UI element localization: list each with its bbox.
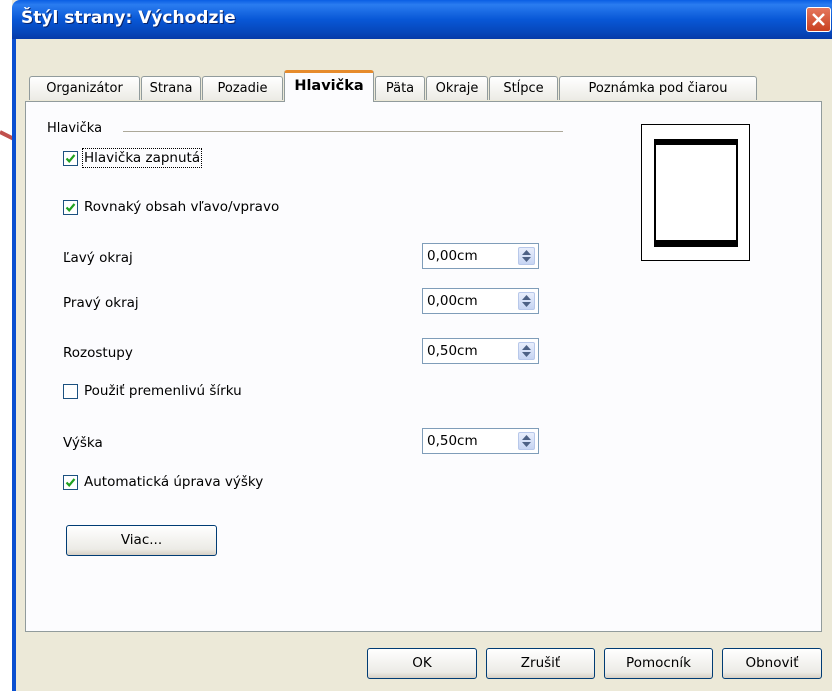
window-title: Štýl strany: Východzie bbox=[21, 8, 236, 28]
preview-page bbox=[654, 139, 738, 247]
tab-header[interactable]: Hlavička bbox=[284, 70, 374, 102]
preview-header-bar bbox=[655, 140, 737, 145]
checkmark-icon bbox=[65, 153, 76, 163]
header-tab-panel: Hlavička Hlavička zapnutá Rovnaký obsah … bbox=[25, 101, 822, 632]
close-button[interactable] bbox=[806, 7, 831, 32]
right-margin-spinbox[interactable]: 0,00cm bbox=[422, 288, 539, 314]
spin-arrows-icon[interactable] bbox=[518, 432, 535, 450]
spin-arrows-icon[interactable] bbox=[518, 292, 535, 310]
more-button[interactable]: Viac... bbox=[66, 525, 217, 556]
same-content-checkbox[interactable] bbox=[63, 199, 78, 215]
header-preview bbox=[641, 124, 750, 261]
same-content-checkbox-row[interactable]: Rovnaký obsah vľavo/vpravo bbox=[63, 199, 279, 215]
spin-arrows-icon[interactable] bbox=[518, 247, 535, 265]
left-margin-spinbox[interactable]: 0,00cm bbox=[422, 243, 539, 269]
tab-page[interactable]: Strana bbox=[141, 76, 201, 100]
header-on-checkbox[interactable] bbox=[63, 150, 78, 166]
autofit-height-checkbox-row[interactable]: Automatická úprava výšky bbox=[63, 474, 263, 490]
dynamic-spacing-checkbox-row[interactable]: Použiť premenlivú šírku bbox=[63, 383, 242, 399]
tab-columns[interactable]: Stĺpce bbox=[489, 76, 558, 100]
tab-footer[interactable]: Päta bbox=[375, 76, 425, 100]
section-divider bbox=[123, 131, 563, 132]
height-spinbox[interactable]: 0,50cm bbox=[422, 428, 539, 454]
ok-button[interactable]: OK bbox=[367, 648, 477, 679]
page-style-dialog: Štýl strany: Východzie Organizátor Stran… bbox=[12, 0, 832, 691]
reset-button[interactable]: Obnoviť bbox=[722, 648, 822, 679]
window-frame bbox=[12, 39, 16, 691]
help-button[interactable]: Pomocník bbox=[604, 648, 713, 679]
height-label: Výška bbox=[63, 435, 103, 451]
same-content-label: Rovnaký obsah vľavo/vpravo bbox=[84, 199, 280, 215]
right-margin-label: Pravý okraj bbox=[63, 295, 139, 311]
header-on-label: Hlavička zapnutá bbox=[81, 148, 203, 168]
dynamic-spacing-label: Použiť premenlivú šírku bbox=[84, 383, 242, 399]
autofit-height-checkbox[interactable] bbox=[63, 474, 78, 490]
tab-organizer[interactable]: Organizátor bbox=[29, 76, 140, 100]
left-margin-label: Ľavý okraj bbox=[63, 250, 133, 266]
checkmark-icon bbox=[65, 202, 76, 212]
dynamic-spacing-checkbox[interactable] bbox=[63, 383, 78, 399]
close-icon bbox=[812, 13, 825, 26]
title-bar: Štýl strany: Východzie bbox=[12, 0, 832, 39]
section-title: Hlavička bbox=[47, 121, 103, 136]
tab-footnote[interactable]: Poznámka pod čiarou bbox=[559, 76, 757, 100]
left-margin-value: 0,00cm bbox=[427, 248, 478, 264]
tab-borders[interactable]: Okraje bbox=[426, 76, 488, 100]
spacing-value: 0,50cm bbox=[427, 343, 478, 359]
preview-footer-bar bbox=[655, 240, 737, 246]
spacing-label: Rozostupy bbox=[63, 345, 133, 361]
spacing-spinbox[interactable]: 0,50cm bbox=[422, 338, 539, 364]
spin-arrows-icon[interactable] bbox=[518, 342, 535, 360]
height-value: 0,50cm bbox=[427, 433, 478, 449]
cancel-button[interactable]: Zrušiť bbox=[486, 648, 595, 679]
checkmark-icon bbox=[65, 477, 76, 487]
tab-background[interactable]: Pozadie bbox=[202, 76, 283, 100]
autofit-height-label: Automatická úprava výšky bbox=[84, 474, 264, 490]
header-on-checkbox-row[interactable]: Hlavička zapnutá bbox=[63, 148, 203, 168]
right-margin-value: 0,00cm bbox=[427, 293, 478, 309]
